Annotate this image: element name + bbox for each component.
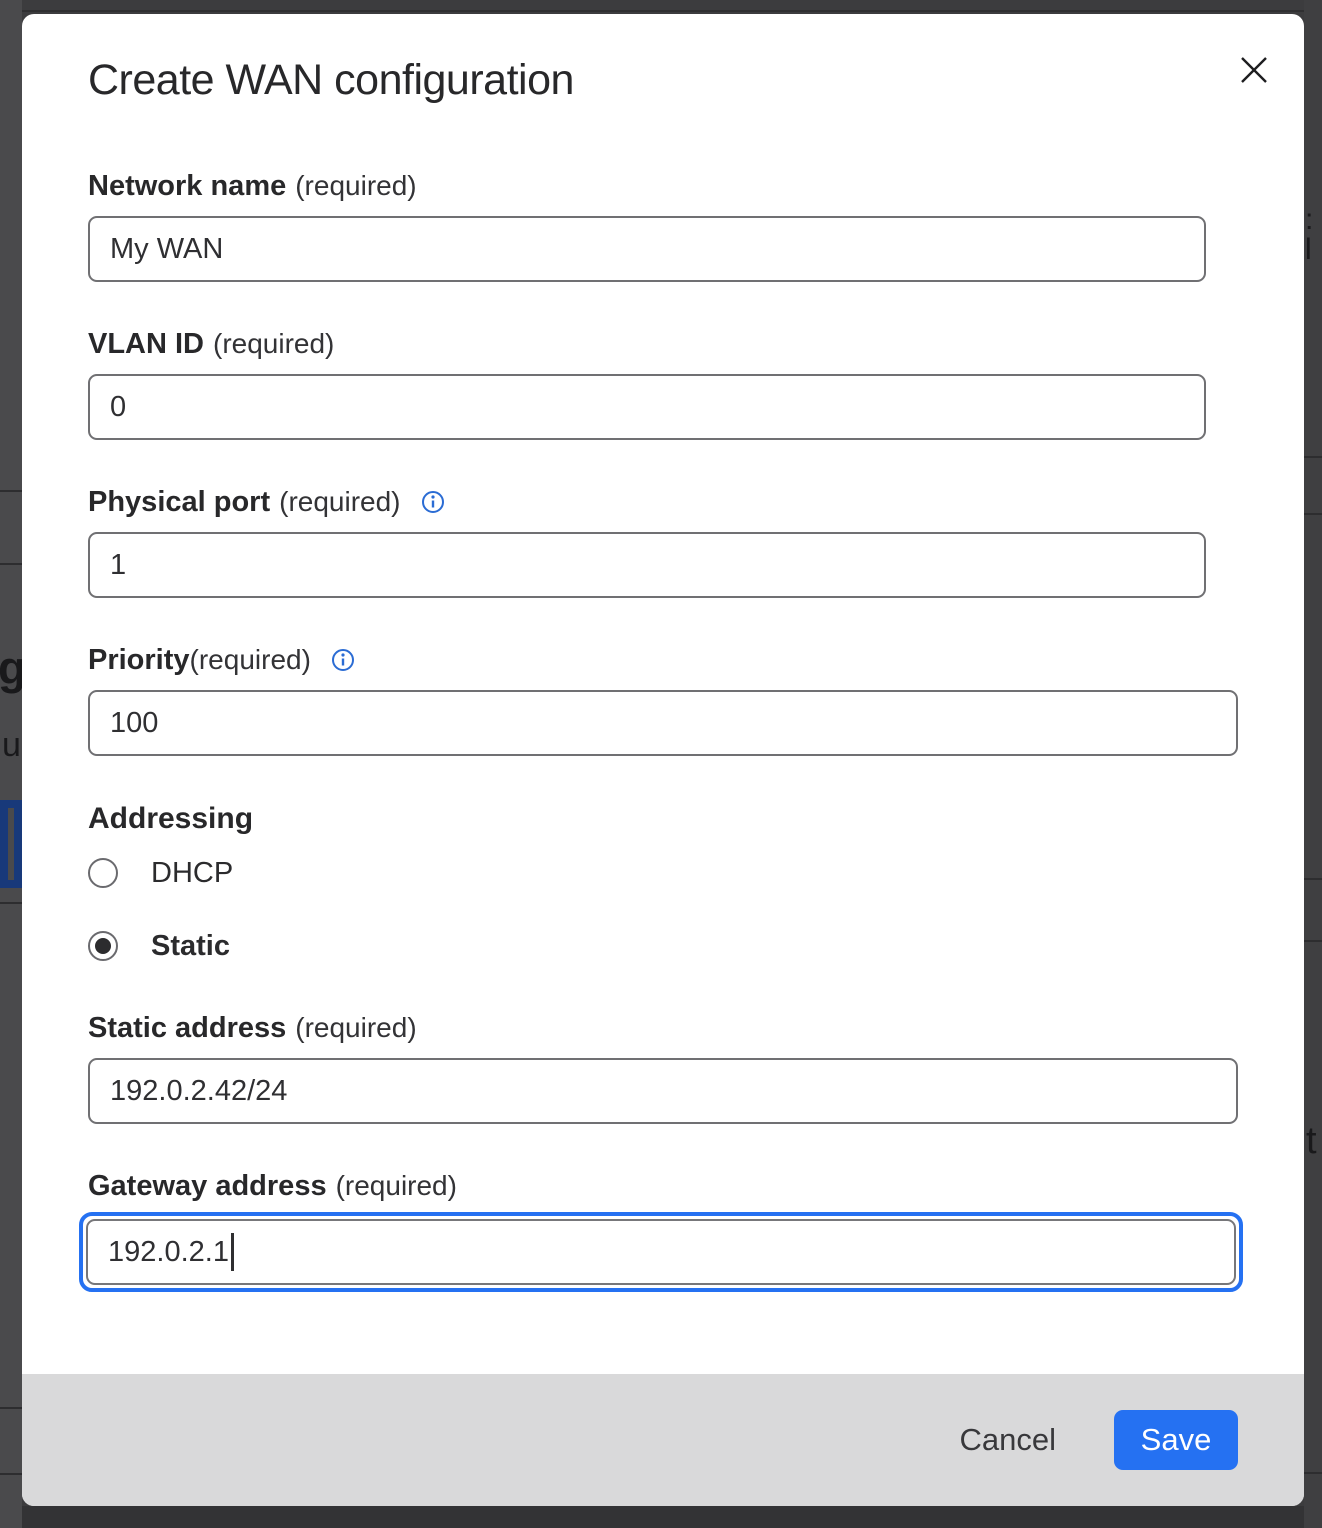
field-network-name: Network name (required) bbox=[88, 168, 1304, 282]
gateway-address-input[interactable]: 192.0.2.1 bbox=[86, 1219, 1236, 1285]
close-icon bbox=[1236, 52, 1272, 88]
field-physical-port: Physical port (required) bbox=[88, 484, 1304, 598]
info-icon[interactable] bbox=[331, 648, 355, 672]
cancel-button[interactable]: Cancel bbox=[960, 1422, 1057, 1458]
close-button[interactable] bbox=[1234, 50, 1274, 90]
required-hint: (required) bbox=[190, 642, 311, 678]
field-gateway-address: Gateway address (required) 192.0.2.1 bbox=[88, 1168, 1304, 1292]
field-priority: Priority (required) bbox=[88, 642, 1304, 756]
radio-button-checked[interactable] bbox=[88, 931, 118, 961]
vlan-id-label: VLAN ID bbox=[88, 326, 204, 362]
network-name-label: Network name bbox=[88, 168, 286, 204]
required-hint: (required) bbox=[213, 326, 334, 362]
gateway-address-label: Gateway address bbox=[88, 1168, 327, 1204]
background-blue-button-fragment bbox=[0, 800, 22, 888]
addressing-options: DHCP Static bbox=[88, 858, 1304, 961]
network-name-input[interactable] bbox=[88, 216, 1206, 282]
background-left-edge: g u bbox=[0, 0, 22, 1528]
radio-label: DHCP bbox=[151, 858, 233, 888]
radio-label: Static bbox=[151, 931, 230, 961]
background-divider bbox=[0, 10, 1322, 12]
create-wan-modal: Create WAN configuration Network name (r… bbox=[22, 14, 1304, 1506]
modal-body: Create WAN configuration Network name (r… bbox=[22, 14, 1304, 1374]
modal-title: Create WAN configuration bbox=[88, 54, 1304, 106]
addressing-heading: Addressing bbox=[88, 800, 1304, 838]
physical-port-label: Physical port bbox=[88, 484, 270, 520]
static-address-label: Static address bbox=[88, 1010, 286, 1046]
priority-input[interactable] bbox=[88, 690, 1238, 756]
required-hint: (required) bbox=[295, 1010, 416, 1046]
required-hint: (required) bbox=[336, 1168, 457, 1204]
background-text-fragment: t bbox=[1306, 1122, 1317, 1160]
radio-option-static[interactable]: Static bbox=[88, 931, 1304, 961]
field-vlan-id: VLAN ID (required) bbox=[88, 326, 1304, 440]
save-button[interactable]: Save bbox=[1114, 1410, 1238, 1470]
background-bottom bbox=[0, 1506, 1322, 1528]
radio-button-unchecked[interactable] bbox=[88, 858, 118, 888]
gateway-address-value: 192.0.2.1 bbox=[108, 1236, 229, 1269]
background-text-fragment: : l bbox=[1305, 205, 1322, 265]
radio-option-dhcp[interactable]: DHCP bbox=[88, 858, 1304, 888]
background-right-edge: : l t bbox=[1304, 0, 1322, 1528]
modal-footer: Cancel Save bbox=[22, 1374, 1304, 1506]
text-caret bbox=[231, 1233, 234, 1271]
static-address-input[interactable] bbox=[88, 1058, 1238, 1124]
vlan-id-input[interactable] bbox=[88, 374, 1206, 440]
priority-label: Priority bbox=[88, 642, 190, 678]
required-hint: (required) bbox=[279, 484, 400, 520]
focus-ring: 192.0.2.1 bbox=[79, 1212, 1243, 1292]
required-hint: (required) bbox=[295, 168, 416, 204]
background-text-fragment: u bbox=[2, 728, 21, 762]
info-icon[interactable] bbox=[421, 490, 445, 514]
physical-port-input[interactable] bbox=[88, 532, 1206, 598]
field-static-address: Static address (required) bbox=[88, 1010, 1304, 1124]
